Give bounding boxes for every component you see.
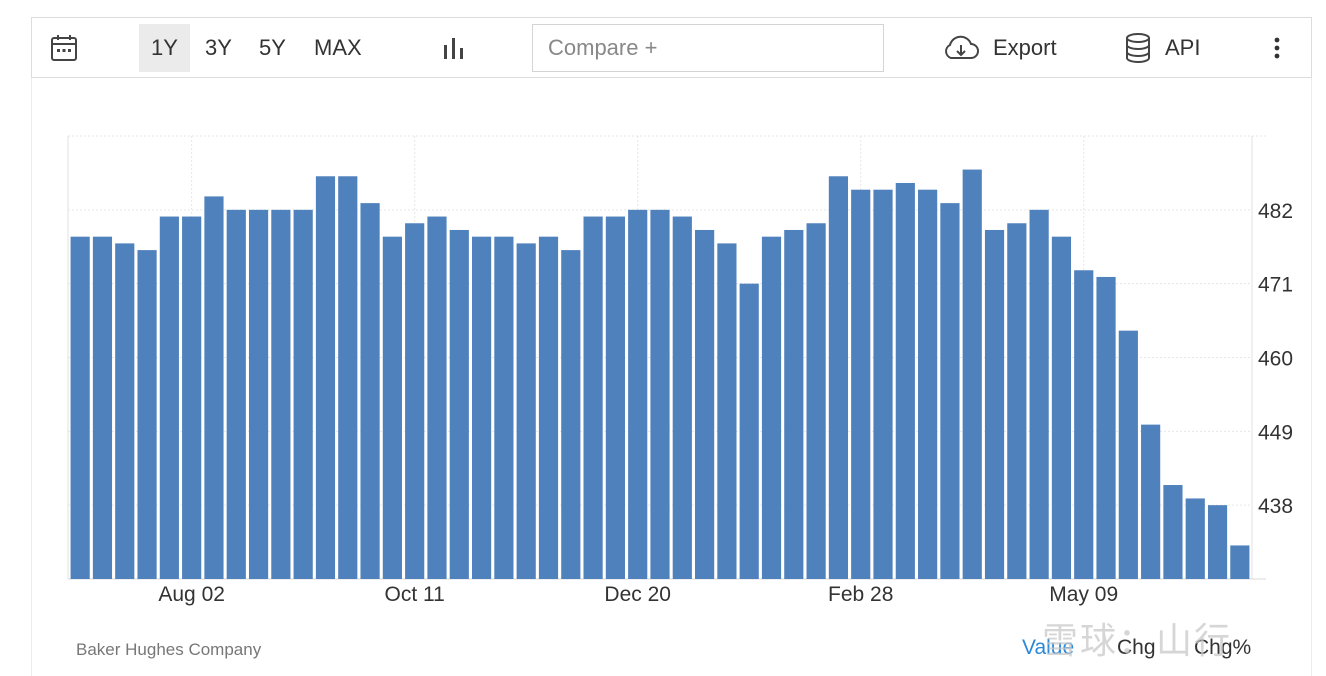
- y-tick-label: 438: [1258, 495, 1293, 518]
- watermark: 雪球：山行: [1042, 621, 1233, 662]
- bar[interactable]: [672, 216, 692, 579]
- bar[interactable]: [427, 216, 447, 579]
- bar[interactable]: [739, 283, 759, 579]
- bar[interactable]: [895, 182, 915, 579]
- x-tick-label: May 09: [1049, 583, 1118, 606]
- bar-chart: 438 449 460 471 482 Aug 02 Oct 11 Dec 20 Feb 28 M…: [67, 135, 1293, 606]
- y-tick-label: 482: [1258, 200, 1293, 223]
- bar[interactable]: [159, 216, 179, 579]
- bar[interactable]: [516, 243, 536, 580]
- bar[interactable]: [494, 236, 514, 579]
- x-tick-label: Feb 28: [828, 583, 893, 606]
- y-tick-label: 471: [1258, 274, 1293, 297]
- bar[interactable]: [1096, 276, 1116, 579]
- y-tick-label: 449: [1258, 421, 1293, 444]
- bar[interactable]: [1051, 236, 1072, 579]
- bar[interactable]: [695, 229, 715, 579]
- bar[interactable]: [226, 209, 246, 580]
- bar[interactable]: [1074, 270, 1094, 579]
- bar[interactable]: [717, 243, 737, 580]
- bar[interactable]: [360, 203, 380, 579]
- bar[interactable]: [449, 229, 469, 579]
- bar[interactable]: [561, 250, 581, 579]
- bar[interactable]: [851, 189, 871, 580]
- bar[interactable]: [1230, 545, 1250, 579]
- bar[interactable]: [315, 176, 336, 580]
- x-tick-label: Aug 02: [158, 583, 225, 606]
- bar[interactable]: [806, 223, 826, 579]
- bar[interactable]: [918, 189, 938, 580]
- bar[interactable]: [471, 236, 492, 579]
- bar[interactable]: [1141, 424, 1161, 579]
- bar[interactable]: [382, 236, 402, 579]
- bar[interactable]: [271, 209, 291, 580]
- bar[interactable]: [248, 209, 269, 580]
- bar[interactable]: [293, 209, 313, 580]
- bar[interactable]: [70, 236, 90, 579]
- bar[interactable]: [204, 196, 224, 579]
- bar[interactable]: [761, 236, 782, 579]
- bar[interactable]: [650, 209, 670, 580]
- bar[interactable]: [115, 243, 135, 580]
- bar[interactable]: [784, 229, 804, 579]
- bar[interactable]: [828, 176, 849, 580]
- bar[interactable]: [873, 189, 893, 580]
- bar[interactable]: [182, 216, 202, 579]
- bar[interactable]: [538, 236, 559, 579]
- bar[interactable]: [137, 250, 157, 579]
- bar[interactable]: [962, 169, 982, 579]
- bar[interactable]: [583, 216, 603, 579]
- bar[interactable]: [984, 229, 1005, 579]
- bar[interactable]: [92, 236, 113, 579]
- x-tick-label: Dec 20: [604, 583, 671, 606]
- bar[interactable]: [1207, 505, 1228, 579]
- bar[interactable]: [628, 209, 648, 580]
- bar[interactable]: [605, 216, 625, 579]
- bar[interactable]: [1185, 498, 1205, 579]
- bar[interactable]: [940, 203, 960, 579]
- bar[interactable]: [1163, 485, 1183, 579]
- y-tick-label: 460: [1258, 348, 1293, 371]
- bar[interactable]: [338, 176, 358, 580]
- bar[interactable]: [405, 223, 425, 579]
- bar[interactable]: [1007, 223, 1027, 579]
- bar[interactable]: [1029, 209, 1049, 580]
- x-tick-label: Oct 11: [385, 583, 445, 606]
- bar[interactable]: [1118, 330, 1138, 579]
- source-label: Baker Hughes Company: [76, 640, 262, 659]
